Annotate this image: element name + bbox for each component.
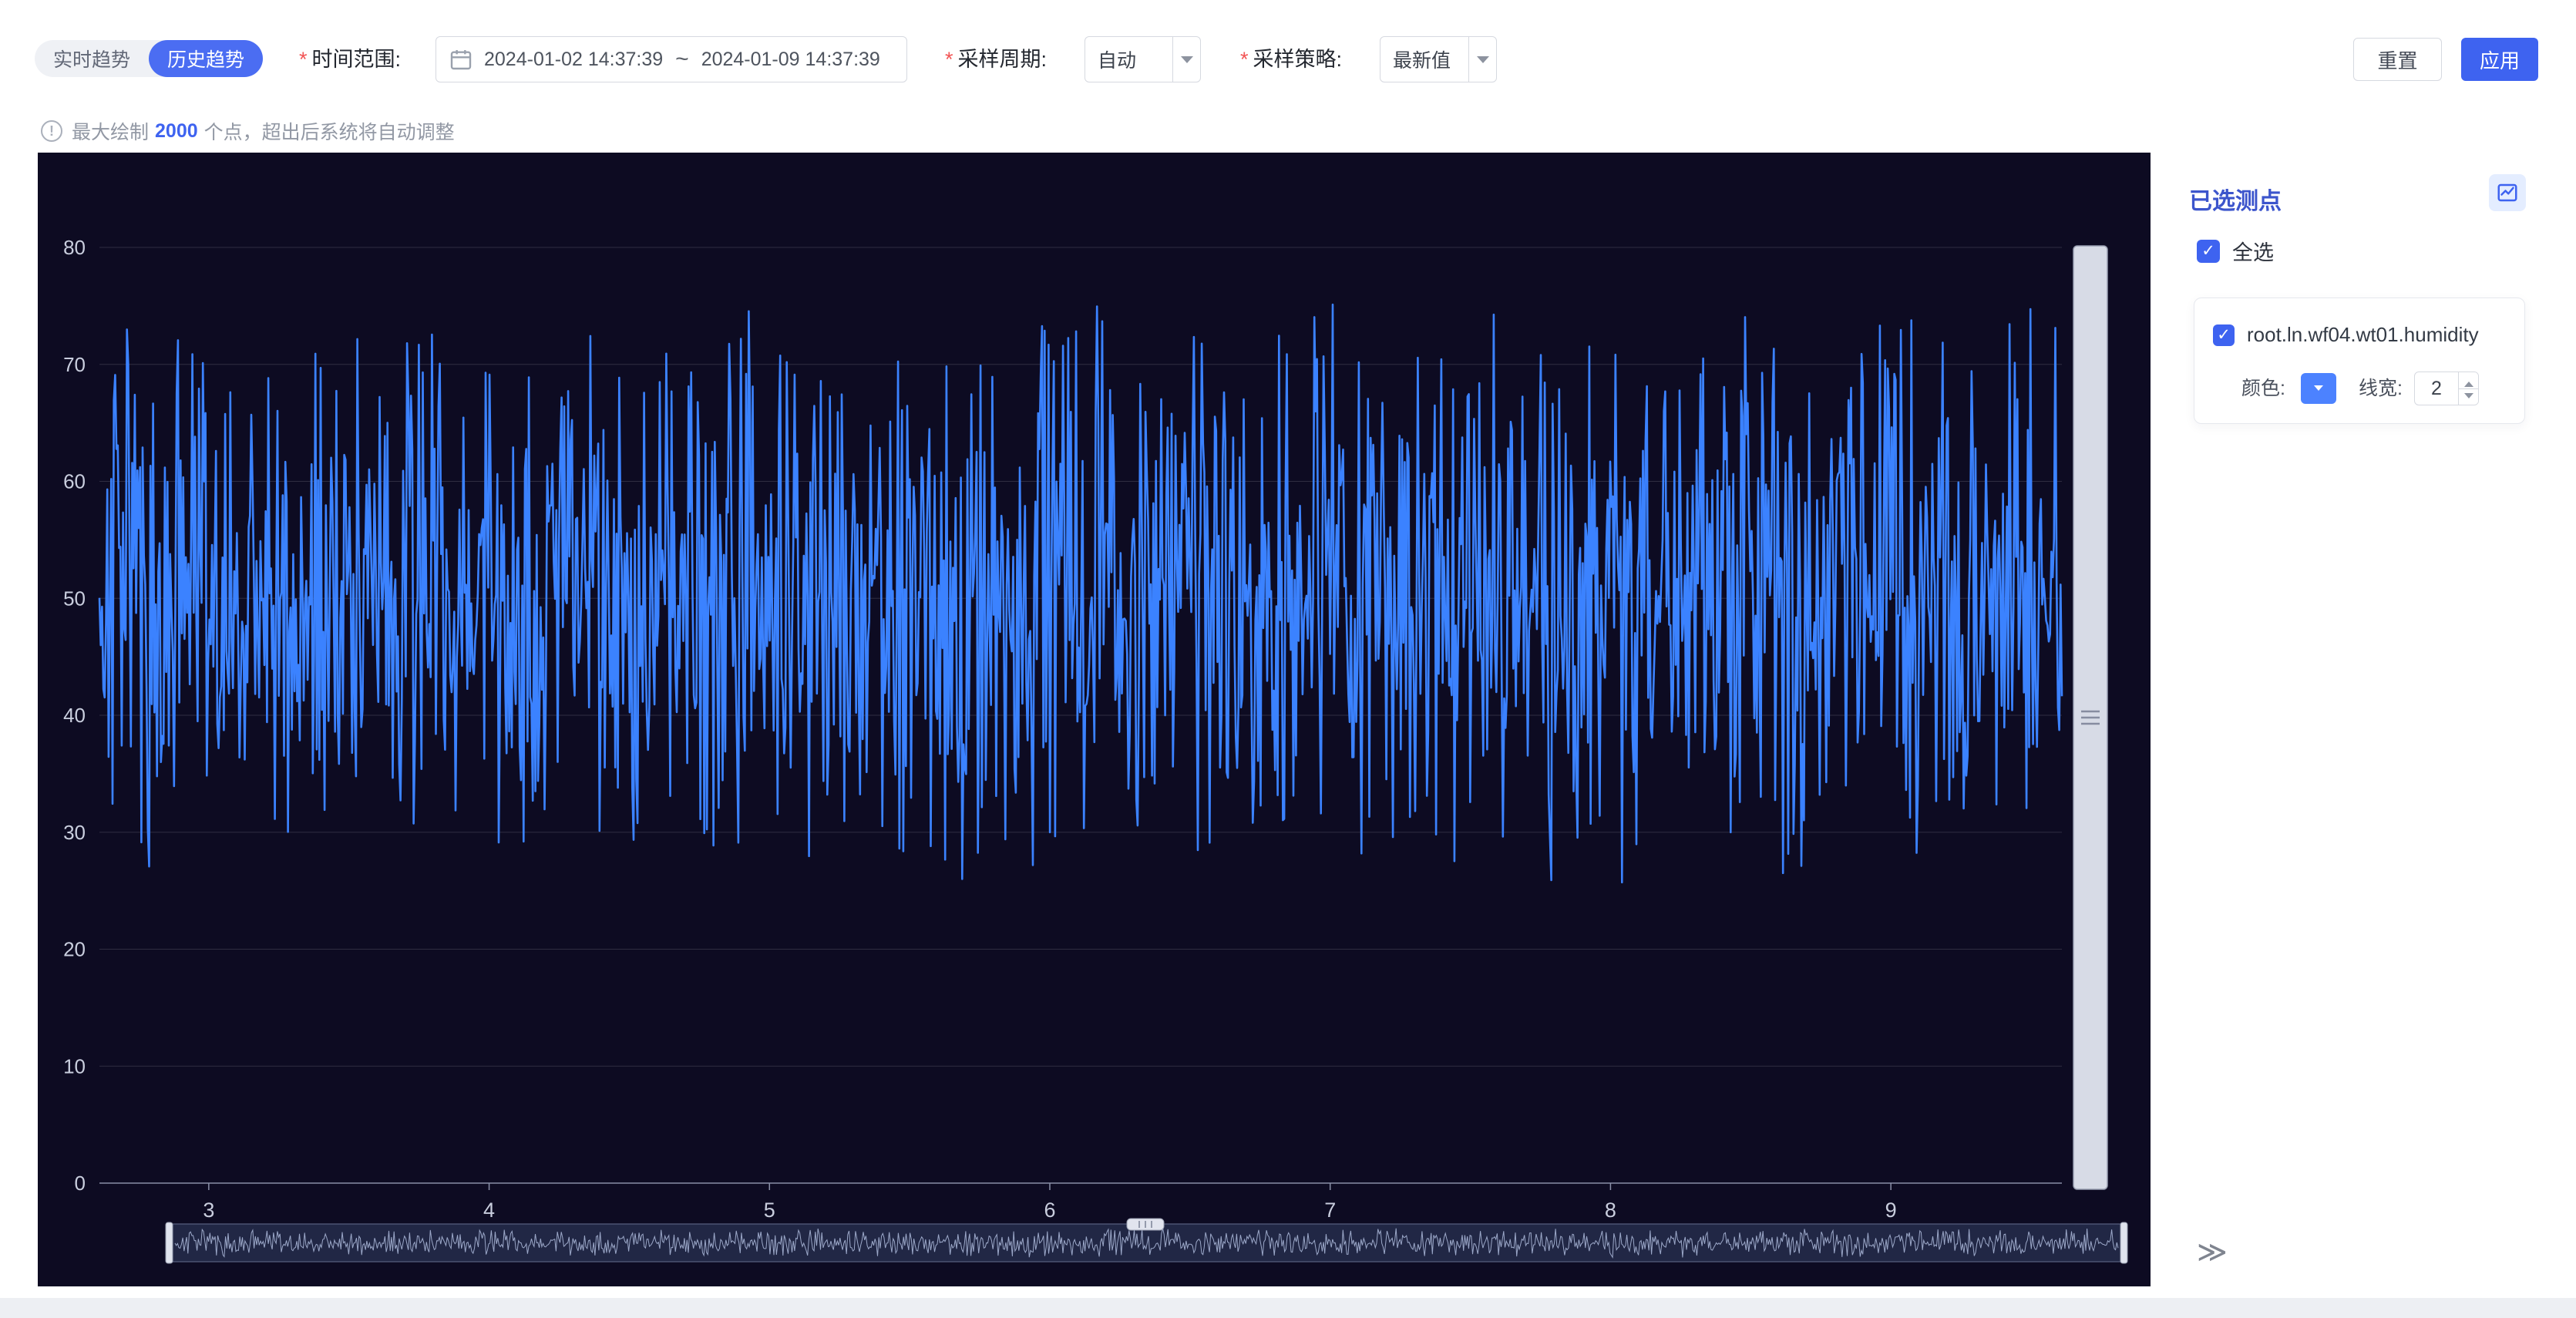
trend-analysis-page: 实时趋势 历史趋势 * 时间范围: 2024-01-02 14:37:39 ~ 2…: [0, 0, 2576, 1318]
series-color-select[interactable]: [2301, 373, 2336, 404]
x-axis-label: 6: [1044, 1199, 1055, 1222]
notice-prefix: 最大绘制: [72, 122, 150, 143]
required-asterisk: *: [299, 48, 308, 71]
point-style-row: 颜色: 线宽: 2: [2194, 371, 2524, 406]
vertical-zoom-slider[interactable]: [2073, 245, 2108, 1190]
reset-button[interactable]: 重置: [2353, 38, 2442, 81]
required-asterisk: *: [1240, 48, 1249, 71]
select-all-checkbox[interactable]: [2197, 239, 2220, 263]
select-all-label: 全选: [2232, 241, 2274, 264]
x-axis-label: 3: [203, 1199, 214, 1222]
y-axis-label: 20: [63, 938, 86, 961]
y-axis-label: 30: [63, 821, 86, 844]
required-asterisk: *: [945, 48, 953, 71]
sample-period-label: * 采样周期:: [945, 48, 1048, 71]
bottom-strip: [0, 1298, 2576, 1318]
x-axis-label: 9: [1885, 1199, 1897, 1222]
y-axis-label: 80: [63, 236, 86, 259]
y-axis-label: 0: [75, 1172, 86, 1195]
x-axis-label: 8: [1605, 1199, 1616, 1222]
sample-strategy-select[interactable]: 最新值: [1380, 36, 1497, 82]
x-axis-label: 5: [764, 1199, 775, 1222]
zoom-handle-right[interactable]: [2120, 1222, 2128, 1264]
line-width-input[interactable]: 2: [2414, 372, 2479, 405]
line-width-spinner: [2458, 372, 2478, 405]
apply-button[interactable]: 应用: [2461, 38, 2538, 81]
chevron-down-icon: [1468, 37, 1496, 82]
point-checkbox[interactable]: [2213, 324, 2235, 346]
trend-mode-switch: 实时趋势 历史趋势: [35, 40, 264, 77]
line-width-value: 2: [2431, 377, 2442, 399]
sample-period-value: 自动: [1098, 50, 1137, 72]
y-axis-label: 10: [63, 1054, 86, 1078]
end-datetime: 2024-01-09 14:37:39: [701, 48, 880, 70]
start-datetime: 2024-01-02 14:37:39: [484, 48, 664, 70]
tab-history-trend[interactable]: 历史趋势: [149, 40, 264, 77]
zoom-handle-left[interactable]: [165, 1222, 173, 1264]
time-range-label: * 时间范围:: [299, 48, 402, 71]
y-axis-label: 60: [63, 470, 86, 493]
y-axis-label: 50: [63, 587, 86, 610]
trend-chart-svg[interactable]: 0 10 20 30 40 50 60 70 80 3 4 5 6 7 8 9: [38, 153, 2151, 1286]
y-axis-label: 70: [63, 353, 86, 376]
max-points-value: 2000: [155, 119, 198, 142]
point-row: root.ln.wf04.wt01.humidity: [2213, 323, 2479, 347]
max-points-notice: 最大绘制 2000 个点，超出后系统将自动调整: [41, 116, 455, 146]
snapshot-chart-button[interactable]: [2489, 174, 2526, 211]
point-name: root.ln.wf04.wt01.humidity: [2247, 323, 2479, 346]
date-range-separator: ~: [675, 46, 689, 72]
x-axis-label: 7: [1324, 1199, 1336, 1222]
trend-chart-panel: 0 10 20 30 40 50 60 70 80 3 4 5 6 7 8 9: [38, 153, 2151, 1286]
sample-period-select[interactable]: 自动: [1085, 36, 1201, 82]
decrease-line-width-button[interactable]: [2459, 388, 2478, 405]
line-width-label: 线宽:: [2359, 378, 2403, 399]
selected-points-panel: 已选测点 全选 root.ln.wf04.wt01.humidity 颜色: 线…: [2174, 153, 2576, 1286]
sample-strategy-value: 最新值: [1393, 50, 1451, 72]
panel-title: 已选测点: [2189, 189, 2282, 214]
increase-line-width-button[interactable]: [2459, 372, 2478, 388]
calendar-icon: [449, 47, 473, 72]
time-range-input[interactable]: 2024-01-02 14:37:39 ~ 2024-01-09 14:37:3…: [435, 36, 907, 82]
x-axis-label: 4: [483, 1199, 495, 1222]
notice-suffix: 个点，超出后系统将自动调整: [203, 122, 455, 143]
horizontal-zoom-slider[interactable]: [165, 1218, 2128, 1264]
tab-realtime-trend[interactable]: 实时趋势: [35, 40, 149, 77]
y-axis-label: 40: [63, 704, 86, 727]
collapse-panel-button[interactable]: ≫: [2197, 1238, 2228, 1267]
color-label: 颜色:: [2241, 378, 2285, 399]
chevron-down-icon: [1172, 37, 1200, 82]
info-icon: [41, 120, 62, 142]
select-all-row[interactable]: 全选: [2197, 236, 2274, 266]
point-card: root.ln.wf04.wt01.humidity 颜色: 线宽: 2: [2194, 298, 2525, 424]
sample-strategy-label: * 采样策略:: [1240, 48, 1343, 71]
